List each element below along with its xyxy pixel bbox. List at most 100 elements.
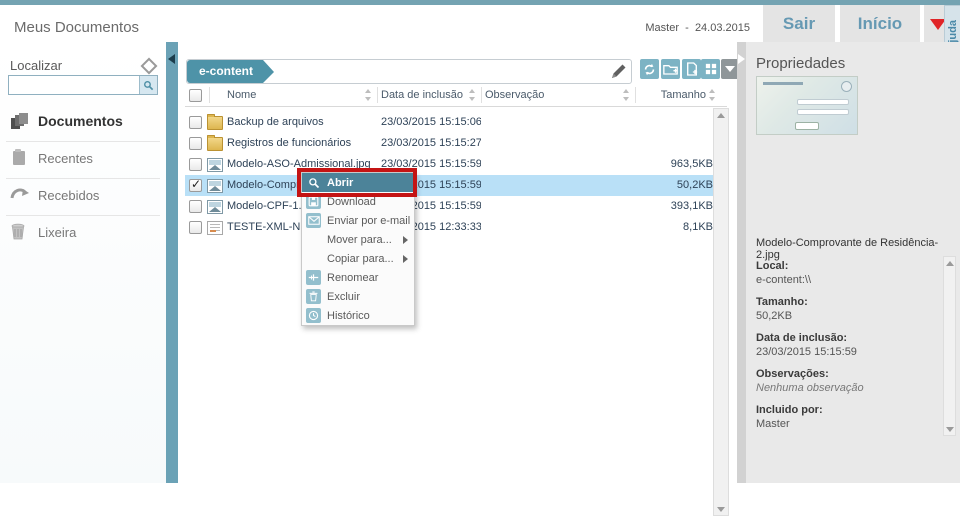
user-date-separator: - <box>685 22 689 34</box>
documents-icon <box>10 112 30 130</box>
file-observation <box>485 175 631 196</box>
table-row[interactable]: Modelo-CPF-1.jpg 23/03/2015 15:15:59 393… <box>185 196 713 217</box>
sidebar-item-recebidos[interactable]: Recebidos <box>0 178 166 212</box>
sort-icon[interactable] <box>469 89 476 101</box>
sort-icon[interactable] <box>709 89 716 101</box>
file-observation <box>485 154 631 175</box>
trash-basket-icon <box>10 223 30 241</box>
scroll-up-icon[interactable] <box>944 257 955 269</box>
add-file-button[interactable] <box>682 59 701 79</box>
context-menu: Abrir Download Enviar por e-mail Mover p… <box>301 172 415 326</box>
column-header-data[interactable]: Data de inclusão <box>381 84 463 106</box>
table-row-selected[interactable]: Modelo-Comprovante de Residência-2.jpg 2… <box>185 175 713 196</box>
table-row[interactable]: TESTE-XML-NFe- 23/03/2015 12:33:33 8,1KB <box>185 217 713 238</box>
menu-item-excluir[interactable]: Excluir <box>302 287 414 306</box>
properties-panel: Propriedades Modelo-Comprovante de Resid… <box>746 42 960 483</box>
grid-view-icon <box>705 63 717 75</box>
app-header: Meus Documentos Master - 24.03.2015 Sair… <box>0 5 960 43</box>
home-button[interactable]: Início <box>840 5 920 42</box>
user-name: Master <box>645 22 679 34</box>
file-observation <box>485 196 631 217</box>
column-header-nome[interactable]: Nome <box>227 84 256 106</box>
scroll-down-icon[interactable] <box>944 423 955 435</box>
table-row[interactable]: Backup de arquivos 23/03/2015 15:15:06 <box>185 112 713 133</box>
properties-filename: Modelo-Comprovante de Residência-2.jpg <box>756 237 952 261</box>
sidebar-item-label: Documentos <box>38 113 123 129</box>
row-checkbox[interactable] <box>189 221 202 234</box>
row-checkbox[interactable] <box>189 200 202 213</box>
folder-icon <box>207 137 223 151</box>
session-date: 24.03.2015 <box>695 22 750 34</box>
menu-item-historico[interactable]: Histórico <box>302 306 414 325</box>
collapse-right-icon <box>738 54 745 64</box>
properties-title: Propriedades <box>756 55 845 72</box>
file-size: 393,1KB <box>631 196 713 217</box>
file-size: 50,2KB <box>631 175 713 196</box>
sort-icon[interactable] <box>365 89 372 101</box>
edit-pencil-icon[interactable] <box>609 63 627 81</box>
search-input[interactable] <box>10 77 140 91</box>
image-file-icon <box>207 200 223 214</box>
menu-item-mover-para[interactable]: Mover para... <box>302 230 414 249</box>
select-all-checkbox[interactable] <box>189 89 202 102</box>
search-icon <box>143 80 154 91</box>
column-header-tamanho[interactable]: Tamanho <box>631 84 706 106</box>
new-folder-icon <box>663 63 678 75</box>
sidebar-item-documentos[interactable]: Documentos <box>0 104 166 138</box>
dropdown-arrow-icon <box>725 66 735 72</box>
properties-scrollbar[interactable] <box>943 256 956 436</box>
row-checkbox[interactable] <box>189 158 202 171</box>
breadcrumb-bar: e-content <box>186 59 632 84</box>
sort-icon[interactable] <box>623 89 630 101</box>
scroll-up-icon[interactable] <box>714 109 728 121</box>
properties-collapse-strip[interactable] <box>737 42 746 483</box>
search-label: Localizar <box>10 58 62 73</box>
property-observacoes: Observações: Nenhuma observação <box>756 368 941 394</box>
row-checkbox[interactable] <box>189 137 202 150</box>
table-row[interactable]: Registros de funcionários 23/03/2015 15:… <box>185 133 713 154</box>
menu-item-download[interactable]: Download <box>302 192 414 211</box>
sidebar-item-recentes[interactable]: Recentes <box>0 141 166 175</box>
file-date: 23/03/2015 15:15:27 <box>381 133 481 154</box>
sidebar-item-label: Lixeira <box>38 225 76 240</box>
sidebar-collapse-strip[interactable] <box>166 42 178 483</box>
scroll-down-icon[interactable] <box>714 503 728 515</box>
row-checkbox[interactable] <box>189 116 202 129</box>
menu-item-abrir[interactable]: Abrir <box>302 173 414 192</box>
clear-search-icon[interactable] <box>141 58 158 75</box>
add-file-icon <box>686 62 698 76</box>
collapse-left-icon <box>168 54 175 64</box>
folder-icon <box>207 116 223 130</box>
file-size <box>631 112 713 133</box>
received-arrow-icon <box>10 186 30 204</box>
file-observation <box>485 217 631 238</box>
search-button[interactable] <box>139 76 157 94</box>
file-observation <box>485 112 631 133</box>
column-header-observacao[interactable]: Observação <box>485 84 544 106</box>
history-clock-icon <box>306 308 321 323</box>
file-size: 8,1KB <box>631 217 713 238</box>
grid-view-button[interactable] <box>701 59 720 79</box>
menu-item-copiar-para[interactable]: Copiar para... <box>302 249 414 268</box>
menu-item-renomear[interactable]: Renomear <box>302 268 414 287</box>
breadcrumb[interactable]: e-content <box>187 60 263 83</box>
delete-trash-icon <box>306 289 321 304</box>
logout-button[interactable]: Sair <box>763 5 835 42</box>
row-checkbox[interactable] <box>189 179 202 192</box>
page-title: Meus Documentos <box>14 19 139 36</box>
sidebar-item-lixeira[interactable]: Lixeira <box>0 215 166 249</box>
menu-item-enviar-email[interactable]: Enviar por e-mail <box>302 211 414 230</box>
file-size <box>631 133 713 154</box>
file-name[interactable]: Registros de funcionários <box>227 133 377 154</box>
table-row[interactable]: Modelo-ASO-Admissional.jpg 23/03/2015 15… <box>185 154 713 175</box>
user-session-info: Master - 24.03.2015 <box>645 22 750 34</box>
sidebar-item-label: Recentes <box>38 151 93 166</box>
properties-fields: Local: e-content:\\ Tamanho: 50,2KB Data… <box>756 260 941 440</box>
list-scrollbar[interactable] <box>713 108 729 516</box>
file-name[interactable]: Backup de arquivos <box>227 112 377 133</box>
property-data-inclusao: Data de inclusão: 23/03/2015 15:15:59 <box>756 332 941 358</box>
sidebar-item-label: Recebidos <box>38 188 99 203</box>
new-folder-button[interactable] <box>661 59 680 79</box>
refresh-button[interactable] <box>640 59 659 79</box>
xml-file-icon <box>207 221 223 235</box>
